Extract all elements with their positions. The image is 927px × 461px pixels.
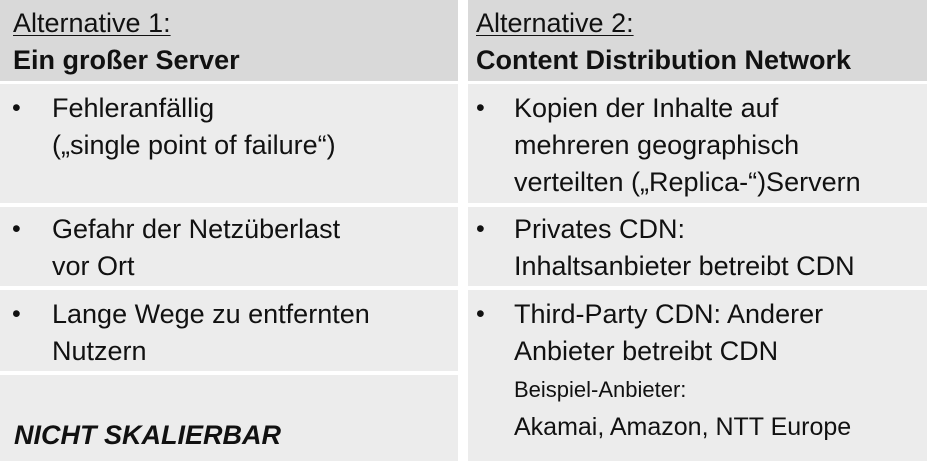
left-item-3: • Lange Wege zu entfernten Nutzern <box>0 290 458 371</box>
right-item-3: • Third-Party CDN: Anderer Anbieter betr… <box>468 290 927 461</box>
left-item-3-line1: Lange Wege zu entfernten <box>52 299 370 329</box>
right-title: Content Distribution Network <box>476 45 851 75</box>
right-item-1-line2: mehreren geographisch <box>514 130 800 160</box>
right-item-2-line2: Inhaltsanbieter betreibt CDN <box>514 251 855 281</box>
right-item-2-line1: Privates CDN: <box>514 214 686 244</box>
right-item-3-line1: Third-Party CDN: Anderer <box>514 299 824 329</box>
bullet: • <box>476 215 485 243</box>
left-item-1-line2: („single point of failure“) <box>52 130 336 160</box>
left-alternative-label: Alternative 1: <box>13 8 171 38</box>
right-item-2: • Privates CDN: Inhaltsanbieter betreibt… <box>468 207 927 286</box>
left-title: Ein großer Server <box>13 45 240 75</box>
left-item-3-line2: Nutzern <box>52 336 147 366</box>
left-item-2-line1: Gefahr der Netzüberlast <box>52 214 341 244</box>
right-alternative-label: Alternative 2: <box>476 8 634 38</box>
right-item-1: • Kopien der Inhalte auf mehreren geogra… <box>468 84 927 203</box>
right-header: Alternative 2: Content Distribution Netw… <box>468 0 927 81</box>
left-conclusion: NICHT SKALIERBAR <box>14 420 281 450</box>
bullet: • <box>12 94 21 122</box>
left-item-1-line1: Fehleranfällig <box>52 93 215 123</box>
right-item-3-line2: Anbieter betreibt CDN <box>514 336 779 366</box>
example-title: Beispiel-Anbieter: <box>514 377 687 402</box>
left-item-2: • Gefahr der Netzüberlast vor Ort <box>0 207 458 286</box>
bullet: • <box>476 94 485 122</box>
right-item-1-line1: Kopien der Inhalte auf <box>514 93 779 123</box>
example-list: Akamai, Amazon, NTT Europe <box>514 413 852 441</box>
right-item-1-line3: verteilten („Replica-“)Servern <box>514 167 861 197</box>
bullet: • <box>12 300 21 328</box>
bullet: • <box>12 215 21 243</box>
left-header: Alternative 1: Ein großer Server <box>0 0 458 81</box>
left-item-2-line2: vor Ort <box>52 251 135 281</box>
left-conclusion-box: NICHT SKALIERBAR <box>0 375 458 461</box>
left-item-1: • Fehleranfällig („single point of failu… <box>0 84 458 203</box>
bullet: • <box>476 300 485 328</box>
